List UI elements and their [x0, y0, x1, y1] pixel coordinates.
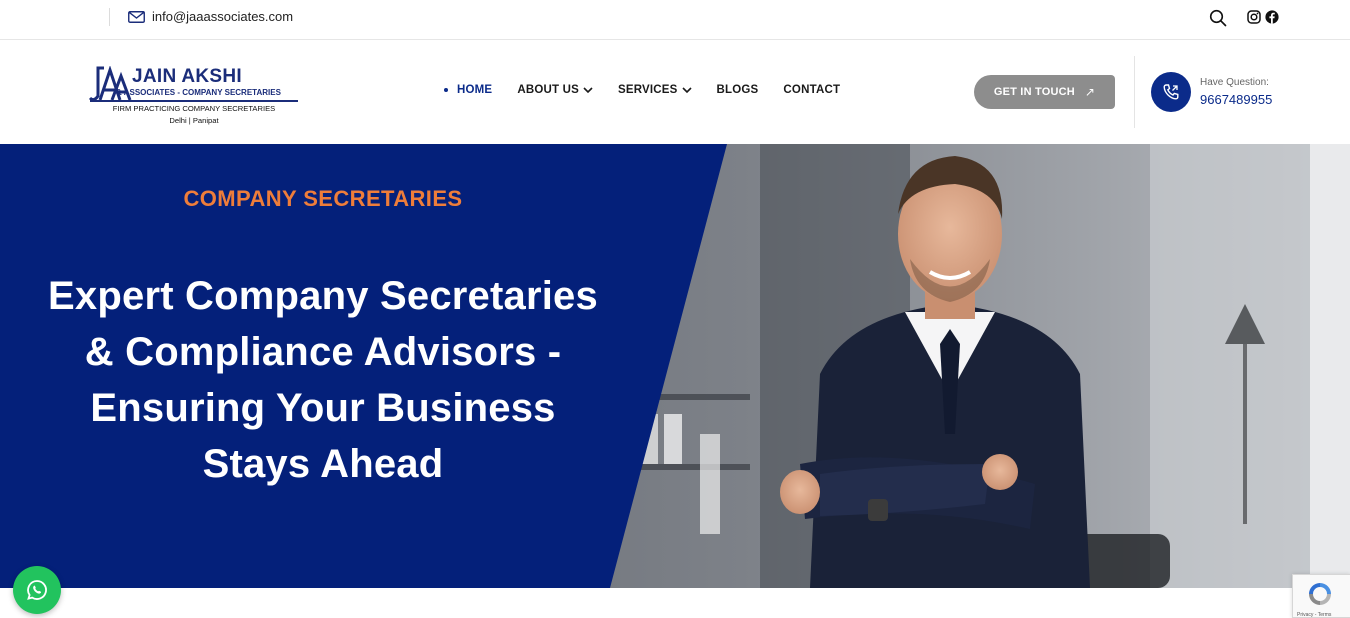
nav-item-blogs[interactable]: BLOGS [717, 84, 759, 96]
hero-headline-line: & Compliance Advisors - [84, 330, 562, 374]
have-question-label: Have Question: [1200, 77, 1269, 88]
chevron-down-icon [681, 87, 692, 94]
main-nav: HOME ABOUT US SERVICES BLOGS CONTACT [444, 83, 865, 97]
whatsapp-icon [27, 580, 47, 600]
nav-item-services[interactable]: SERVICES [618, 84, 692, 96]
instagram-icon[interactable] [1247, 10, 1261, 24]
email-text: info@jaaassociates.com [152, 9, 294, 24]
company-logo[interactable]: JAIN AKSHI & ASSOCIATES - COMPANY SECRET… [88, 66, 300, 128]
logo-location: Delhi | Panipat [169, 116, 219, 125]
nav-item-contact[interactable]: CONTACT [783, 84, 840, 96]
nav-item-label: BLOGS [716, 84, 759, 96]
recaptcha-badge[interactable]: Privacy - Terms [1292, 574, 1350, 618]
top-bar: info@jaaassociates.com [0, 0, 1350, 40]
hero-headline-line: Ensuring Your Business [90, 386, 556, 430]
active-dot-icon [444, 88, 448, 92]
hero-banner: COMPANY SECRETARIES Expert Company Secre… [0, 144, 1350, 588]
header-divider [1134, 56, 1135, 128]
hero-kicker: COMPANY SECRETARIES [183, 186, 463, 211]
nav-item-about-us[interactable]: ABOUT US [517, 84, 593, 96]
logo-tagline: FIRM PRACTICING COMPANY SECRETARIES [112, 104, 276, 113]
envelope-icon [128, 10, 145, 23]
jaa-monogram-icon [88, 66, 132, 102]
site-header: JAIN AKSHI & ASSOCIATES - COMPANY SECRET… [0, 40, 1350, 144]
hero-headline-line: Stays Ahead [202, 442, 444, 486]
chevron-down-icon [583, 87, 593, 94]
facebook-icon[interactable] [1265, 10, 1279, 24]
hero-headline: Expert Company Secretaries & Compliance … [0, 268, 646, 492]
get-in-touch-button[interactable]: GET IN TOUCH ↗ [974, 75, 1115, 109]
phone-icon[interactable] [1151, 72, 1191, 112]
whatsapp-button[interactable] [13, 566, 61, 614]
social-links [1247, 10, 1279, 24]
email-link[interactable]: info@jaaassociates.com [128, 9, 293, 24]
nav-item-home[interactable]: HOME [444, 84, 492, 96]
arrow-up-right-icon: ↗ [1084, 85, 1096, 99]
logo-subtitle: & ASSOCIATES - COMPANY SECRETARIES [116, 88, 281, 97]
phone-number-link[interactable]: 9667489955 [1200, 92, 1272, 107]
logo-rule [90, 100, 298, 102]
nav-item-label: CONTACT [783, 84, 841, 96]
nav-item-label: SERVICES [617, 84, 678, 96]
nav-item-label: HOME [457, 84, 493, 96]
logo-name: JAIN AKSHI [132, 66, 242, 87]
nav-item-label: ABOUT US [517, 84, 579, 96]
get-in-touch-label: GET IN TOUCH [993, 86, 1075, 98]
search-icon[interactable] [1209, 9, 1227, 27]
recaptcha-text: Privacy - Terms [1297, 612, 1332, 618]
top-bar-divider [109, 8, 110, 26]
hero-headline-line: Expert Company Secretaries [48, 274, 598, 318]
recaptcha-icon [1309, 583, 1331, 605]
